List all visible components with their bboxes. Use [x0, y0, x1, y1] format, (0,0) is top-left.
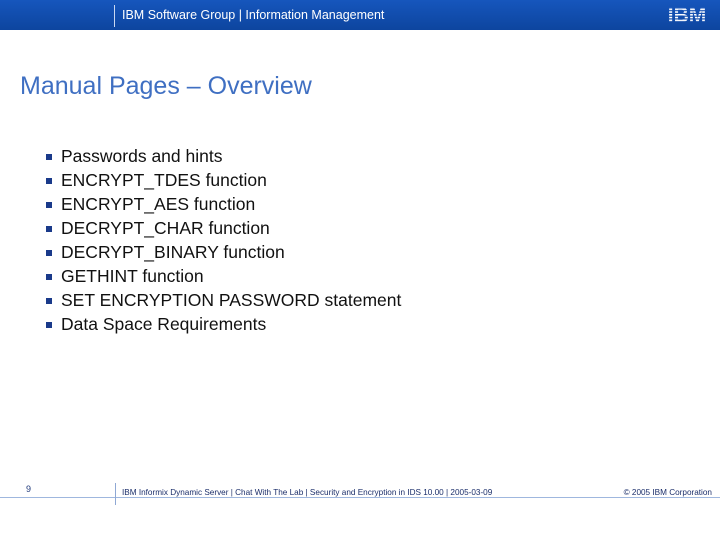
header-title: IBM Software Group | Information Managem…	[122, 8, 385, 22]
square-bullet-icon	[46, 297, 52, 304]
bullet-text: ENCRYPT_TDES function	[61, 169, 267, 190]
footer-divider	[115, 483, 116, 505]
bullet-item: ENCRYPT_AES function	[46, 192, 401, 216]
bullet-item: Passwords and hints	[46, 144, 401, 168]
bullet-item: DECRYPT_CHAR function	[46, 216, 401, 240]
bullet-text: DECRYPT_BINARY function	[61, 241, 285, 262]
square-bullet-icon	[46, 225, 52, 232]
bullet-item: ENCRYPT_TDES function	[46, 168, 401, 192]
square-bullet-icon	[46, 273, 52, 280]
ibm-logo-text: IBM	[668, 4, 707, 25]
ibm-logo: IBM	[668, 4, 707, 25]
slide: IBM Software Group | Information Managem…	[0, 0, 720, 540]
bullet-item: GETHINT function	[46, 264, 401, 288]
bullet-item: Data Space Requirements	[46, 312, 401, 336]
bullet-text: GETHINT function	[61, 265, 204, 286]
header-divider	[114, 5, 115, 27]
square-bullet-icon	[46, 153, 52, 160]
square-bullet-icon	[46, 249, 52, 256]
header-band: IBM Software Group | Information Managem…	[0, 0, 720, 30]
bullet-text: DECRYPT_CHAR function	[61, 217, 270, 238]
bullet-item: DECRYPT_BINARY function	[46, 240, 401, 264]
footer-rule	[0, 497, 720, 498]
footer-text: IBM Informix Dynamic Server | Chat With …	[122, 488, 493, 497]
square-bullet-icon	[46, 201, 52, 208]
bullet-text: Passwords and hints	[61, 145, 223, 166]
slide-title: Manual Pages – Overview	[20, 72, 312, 100]
square-bullet-icon	[46, 177, 52, 184]
bullet-text: SET ENCRYPTION PASSWORD statement	[61, 289, 402, 310]
bullet-text: ENCRYPT_AES function	[61, 193, 256, 214]
footer-copyright: © 2005 IBM Corporation	[623, 488, 712, 497]
bullet-list: Passwords and hints ENCRYPT_TDES functio…	[46, 144, 401, 336]
bullet-item: SET ENCRYPTION PASSWORD statement	[46, 288, 401, 312]
square-bullet-icon	[46, 321, 52, 328]
page-number: 9	[26, 484, 32, 494]
bullet-text: Data Space Requirements	[61, 313, 267, 334]
